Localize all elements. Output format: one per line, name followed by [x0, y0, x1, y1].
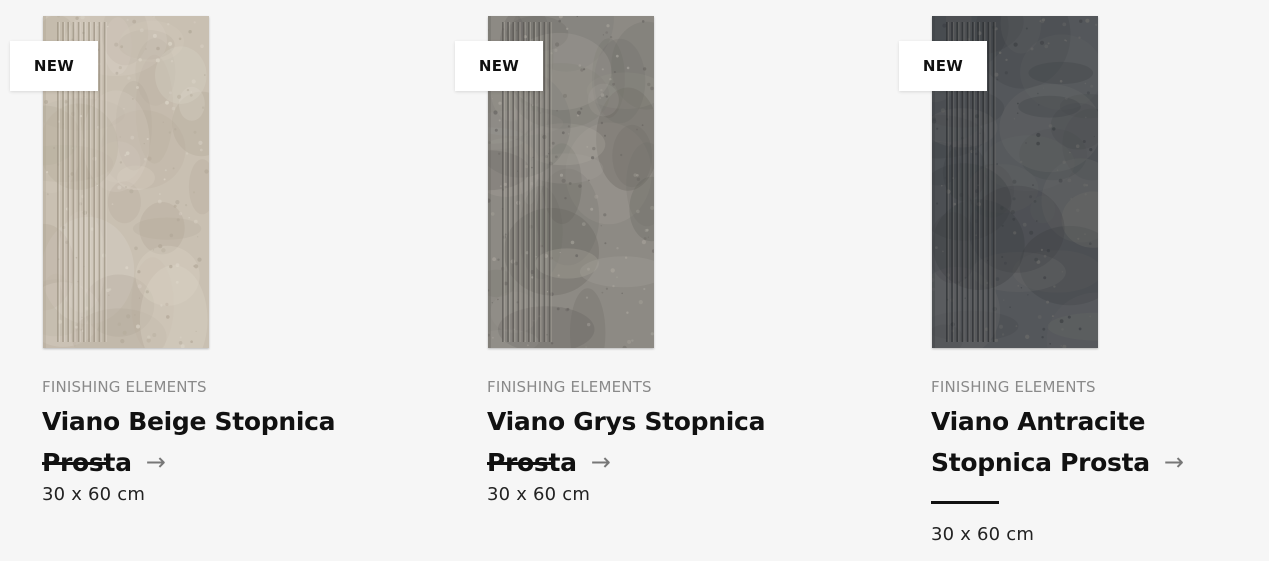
product-category: FINISHING ELEMENTS: [931, 378, 1096, 396]
product-title: Viano Grys Stopnica Prosta: [487, 407, 766, 477]
product-title: Viano Beige Stopnica Prosta: [42, 407, 336, 477]
product-card[interactable]: NEW FINISHING ELEMENTS Viano Grys Stopni…: [455, 0, 795, 561]
product-grid: NEW FINISHING ELEMENTS Viano Beige Stopn…: [0, 0, 1269, 561]
product-size: 30 x 60 cm: [42, 484, 146, 505]
product-title: Viano Antracite Stopnica Prosta: [931, 407, 1150, 477]
new-badge: NEW: [899, 41, 987, 91]
title-underline: [42, 462, 110, 465]
product-title-link[interactable]: Viano Antracite Stopnica Prosta →: [931, 402, 1261, 483]
product-title-link[interactable]: Viano Grys Stopnica Prosta →: [487, 402, 817, 483]
product-card[interactable]: NEW FINISHING ELEMENTS Viano Beige Stopn…: [10, 0, 350, 561]
product-card[interactable]: NEW FINISHING ELEMENTS Viano Antracite S…: [899, 0, 1239, 561]
product-category: FINISHING ELEMENTS: [42, 378, 207, 396]
arrow-right-icon: →: [590, 448, 611, 476]
arrow-right-icon: →: [145, 448, 166, 476]
title-underline: [487, 462, 555, 465]
product-size: 30 x 60 cm: [931, 524, 1035, 545]
product-size: 30 x 60 cm: [487, 484, 591, 505]
product-category: FINISHING ELEMENTS: [487, 378, 652, 396]
new-badge: NEW: [455, 41, 543, 91]
new-badge: NEW: [10, 41, 98, 91]
arrow-right-icon: →: [1163, 448, 1184, 476]
title-underline: [931, 501, 999, 504]
product-title-link[interactable]: Viano Beige Stopnica Prosta →: [42, 402, 372, 483]
